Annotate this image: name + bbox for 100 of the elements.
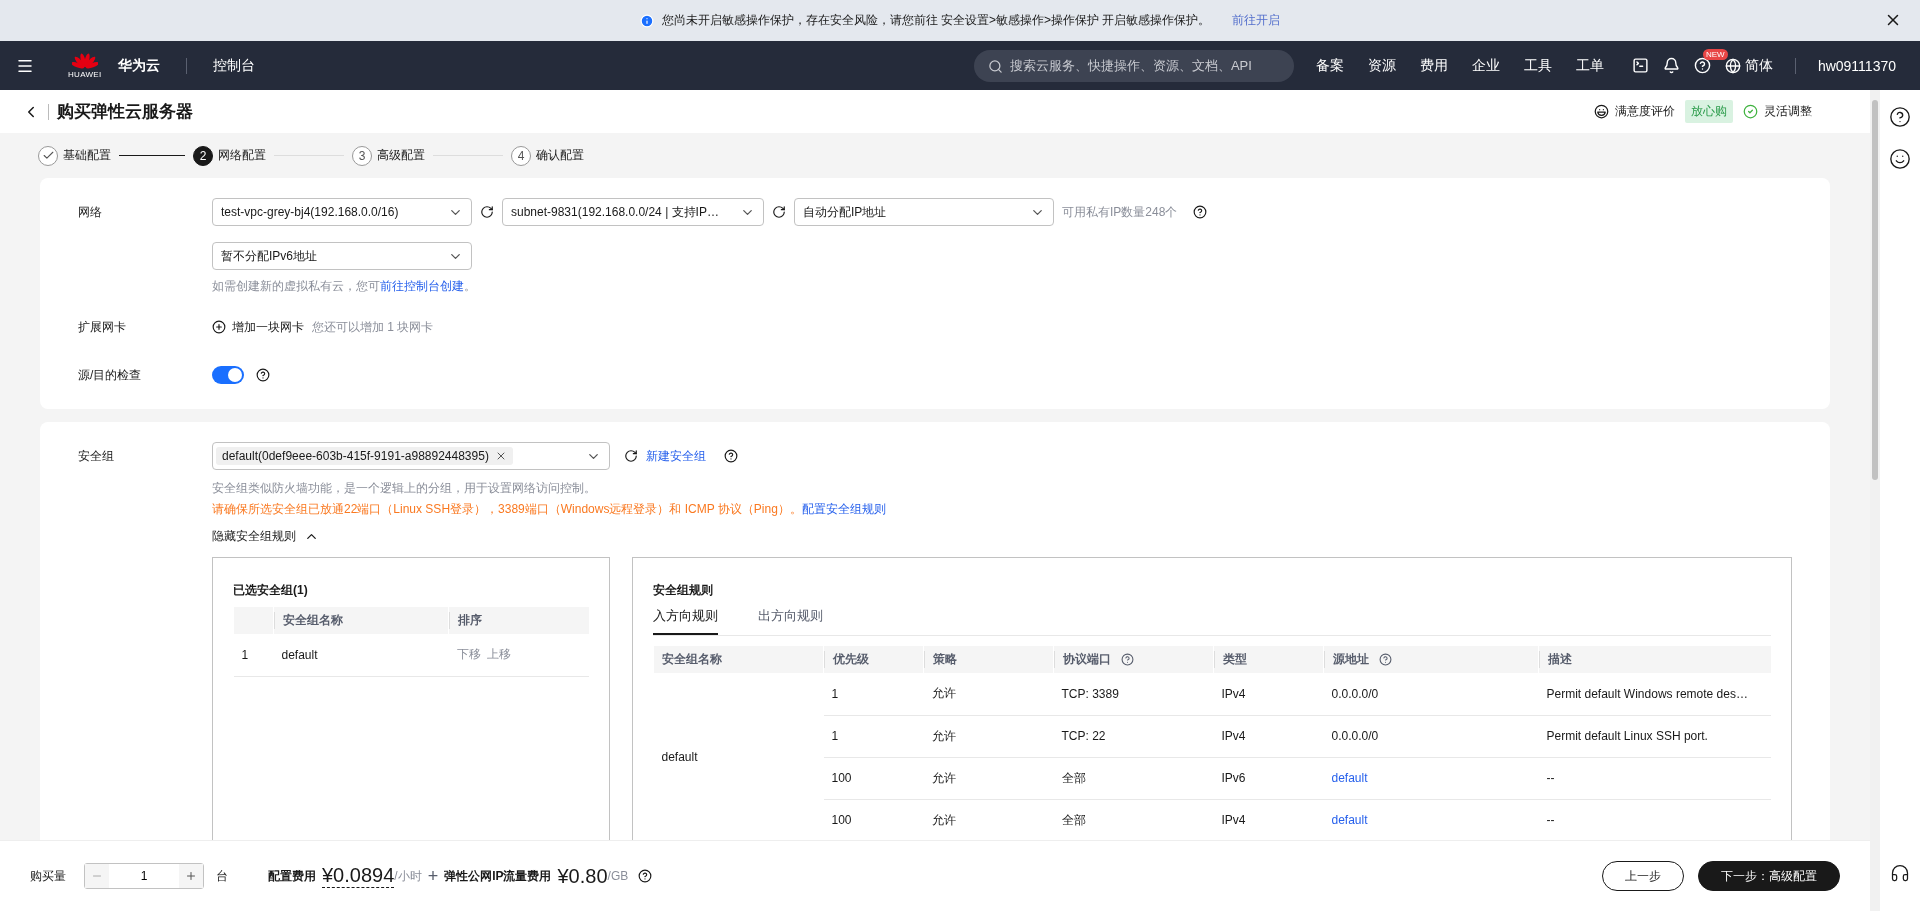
next-button[interactable]: 下一步：高级配置 — [1698, 861, 1840, 891]
new-badge: NEW — [1702, 49, 1728, 60]
check-circle-icon — [1743, 104, 1758, 119]
logo-caption: HUAWEI — [68, 70, 102, 79]
user-name[interactable]: hw09111370 — [1817, 57, 1896, 74]
subnet-select[interactable]: subnet-9831(192.168.0.0/24 | 支持IP… — [502, 198, 764, 226]
table-cell: Permit default Linux SSH port. — [1538, 715, 1771, 757]
create-vpc-link[interactable]: 前往控制台创建 — [380, 279, 464, 293]
table-cell: IPv6 — [1213, 757, 1324, 799]
help-icon[interactable] — [638, 869, 653, 883]
hide-rules-toggle[interactable]: 隐藏安全组规则 — [212, 528, 296, 545]
ip-count-text: 可用私有IP数量248个 — [1062, 203, 1178, 221]
table-cell: Permit default Windows remote des… — [1538, 673, 1771, 715]
refresh-icon[interactable] — [772, 205, 786, 219]
price: ¥0.80 — [557, 864, 608, 888]
table-cell: 1 — [823, 673, 924, 715]
console-title: 控制台 — [212, 56, 255, 75]
feedback-link[interactable]: 满意度评价 — [1615, 103, 1675, 120]
panel-title: 已选安全组(1) — [233, 582, 309, 599]
plus-icon — [185, 870, 197, 882]
smiley-icon[interactable] — [1889, 148, 1911, 170]
table-cell: 1 — [233, 634, 274, 676]
step-label: 高级配置 — [377, 147, 425, 164]
table-cell: 100 — [823, 757, 924, 799]
search-field[interactable]: 搜索云服务、快捷操作、资源、文档、API — [973, 49, 1294, 82]
column-header: 安全组名称 — [274, 612, 343, 629]
quantity-label: 购买量 — [30, 867, 66, 885]
help-icon[interactable] — [724, 449, 738, 463]
info-icon — [639, 13, 654, 28]
table-cell: 允许 — [923, 757, 1054, 799]
enable-link[interactable]: 前往开启 — [1232, 12, 1281, 29]
hint-text: 安全组类似防火墙功能，是一个逻辑上的分组，用于设置网络访问控制。 — [212, 480, 597, 497]
nav-link[interactable]: 费用 — [1419, 56, 1448, 75]
nav-link[interactable]: 工具 — [1523, 56, 1552, 75]
table-cell: default — [273, 634, 449, 676]
rule-tab[interactable]: 出方向规则 — [758, 607, 823, 635]
source-link[interactable]: default — [1331, 813, 1368, 827]
unit-label: 台 — [216, 867, 228, 885]
table-cell: 允许 — [923, 715, 1054, 757]
help-icon[interactable] — [1193, 205, 1208, 219]
language-link[interactable]: 简体 — [1744, 56, 1773, 75]
column-header: 源地址 — [1333, 651, 1369, 668]
hint-text: 如需创建新的虚拟私有云，您可前往控制台创建。 — [212, 278, 477, 295]
field-label: 扩展网卡 — [78, 319, 127, 336]
globe-icon[interactable] — [1724, 57, 1741, 74]
table-cell: default — [653, 673, 824, 840]
configure-rules-link[interactable]: 配置安全组规则 — [801, 501, 886, 518]
field-label: 网络 — [78, 204, 103, 221]
table-cell: 允许 — [923, 673, 1054, 715]
headset-icon[interactable] — [1890, 863, 1910, 883]
column-header: 安全组名称 — [662, 651, 722, 668]
move-down-link[interactable]: 下移 — [456, 646, 481, 664]
flexible-label: 灵活调整 — [1764, 103, 1812, 120]
refresh-icon[interactable] — [624, 449, 638, 463]
brand-name: 华为云 — [117, 56, 160, 75]
smiley-icon — [1594, 104, 1609, 119]
plus-sign: + — [427, 865, 439, 887]
move-up-link[interactable]: 上移 — [486, 646, 511, 664]
page-title: 购买弹性云服务器 — [57, 101, 193, 123]
column-header: 协议端口 — [1063, 651, 1111, 668]
table-cell: 全部 — [1053, 757, 1214, 799]
nav-link[interactable]: 企业 — [1471, 56, 1500, 75]
price-unit: /GB — [607, 869, 629, 883]
toggle-switch[interactable] — [212, 366, 244, 384]
nav-link[interactable]: 资源 — [1367, 56, 1396, 75]
bell-icon[interactable] — [1662, 57, 1680, 74]
refresh-icon[interactable] — [480, 205, 494, 219]
source-link[interactable]: default — [1331, 771, 1368, 785]
field-label: 安全组 — [78, 448, 115, 465]
field-label: 源/目的检查 — [78, 367, 143, 384]
quantity-stepper[interactable]: 1 — [84, 863, 204, 889]
previous-button[interactable]: 上一步 — [1602, 861, 1684, 891]
security-group-select[interactable]: default(0def9eee-603b-415f-9191-a98892448395) — [212, 442, 610, 470]
rule-tab[interactable]: 入方向规则 — [653, 607, 718, 635]
panel-title: 安全组规则 — [653, 582, 714, 599]
vpc-select[interactable]: test-vpc-grey-bj4(192.168.0.0/16) — [212, 198, 472, 226]
source-address: 0.0.0.0/0 — [1331, 729, 1379, 743]
table-cell: TCP: 22 — [1053, 715, 1214, 757]
logo-icon — [71, 52, 98, 70]
table-cell: IPv4 — [1213, 673, 1324, 715]
create-security-group-link[interactable]: 新建安全组 — [646, 447, 706, 465]
terminal-icon[interactable] — [1631, 57, 1649, 74]
nav-link[interactable]: 备案 — [1315, 56, 1344, 75]
column-header: 优先级 — [833, 651, 869, 668]
nav-link[interactable]: 工单 — [1575, 56, 1604, 75]
ip-mode-select[interactable]: 自动分配IP地址 — [794, 198, 1054, 226]
step-indicator: 2 — [193, 145, 213, 166]
help-icon[interactable] — [1889, 106, 1911, 128]
assurance-badge: 放心购 — [1685, 100, 1733, 123]
help-icon[interactable] — [256, 368, 270, 382]
add-icon[interactable] — [212, 320, 226, 334]
step-label: 网络配置 — [218, 147, 266, 164]
column-header: 策略 — [933, 651, 957, 668]
add-nic-link[interactable]: 增加一块网卡 — [232, 318, 304, 336]
ipv6-select[interactable]: 暂不分配IPv6地址 — [212, 242, 472, 270]
step-indicator: 3 — [352, 145, 372, 166]
scrollbar-thumb[interactable] — [1872, 100, 1878, 480]
warning-text: 请确保所选安全组已放通22端口（Linux SSH登录），3389端口（Windows远程登录）和 ICMP 协议（Ping）。 — [212, 501, 802, 518]
notice-text: 您尚未开启敏感操作保护，存在安全风险，请您前往 安全设置>敏感操作>操作保护 开启敏感操作保护。 — [661, 12, 1211, 29]
step-label: 基础配置 — [63, 147, 111, 164]
